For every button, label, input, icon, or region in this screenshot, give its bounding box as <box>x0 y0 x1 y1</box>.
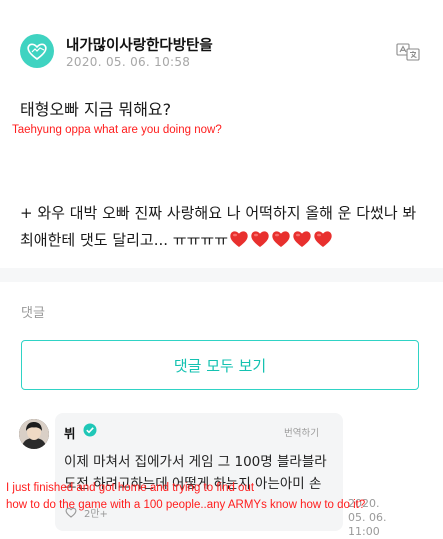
comment-timestamp-time: 11:00 <box>348 525 380 538</box>
translation-caption-2-line-2: how to do the game with a 100 people..an… <box>6 499 366 511</box>
section-divider <box>0 268 443 282</box>
post-header: 내가많이사랑한다방탄을 2020. 05. 06. 10:58 <box>0 0 443 90</box>
heart-emoji-icon <box>313 229 333 248</box>
heart-logo-icon[interactable] <box>20 34 54 68</box>
comment-author[interactable]: 뷔 <box>64 423 76 442</box>
comment-translate-link[interactable]: 번역하기 <box>284 425 319 439</box>
comments-label: 댓글 <box>21 306 45 321</box>
view-all-comments-button[interactable]: 댓글 모두 보기 <box>21 340 419 390</box>
author-name[interactable]: 내가많이사랑한다방탄을 <box>66 34 213 55</box>
heart-emoji-icon <box>250 229 270 248</box>
translation-caption-2-line-1: I just finished and got home and trying … <box>6 482 255 494</box>
translate-icon[interactable] <box>396 42 420 62</box>
heart-emoji-icon <box>271 229 291 248</box>
avatar[interactable] <box>19 419 49 449</box>
heart-emoji-icon <box>229 229 249 248</box>
verified-check-icon <box>83 422 97 437</box>
translation-caption-2: I just finished and got home and trying … <box>6 480 443 514</box>
heart-emoji-icon <box>292 229 312 248</box>
post-text-question: 태형오빠 지금 뭐해요? <box>20 100 172 119</box>
post-text-body-content: + 와우 대박 오빠 진짜 사랑해요 나 어떡하지 올해 운 다썼나 봐 최애한… <box>20 204 417 249</box>
post-text-body: + 와우 대박 오빠 진짜 사랑해요 나 어떡하지 올해 운 다썼나 봐 최애한… <box>20 200 430 254</box>
hearts <box>228 231 333 249</box>
post-date: 2020. 05. 06. 10:58 <box>66 55 191 69</box>
translation-caption-1: Taehyung oppa what are you doing now? <box>12 124 222 136</box>
